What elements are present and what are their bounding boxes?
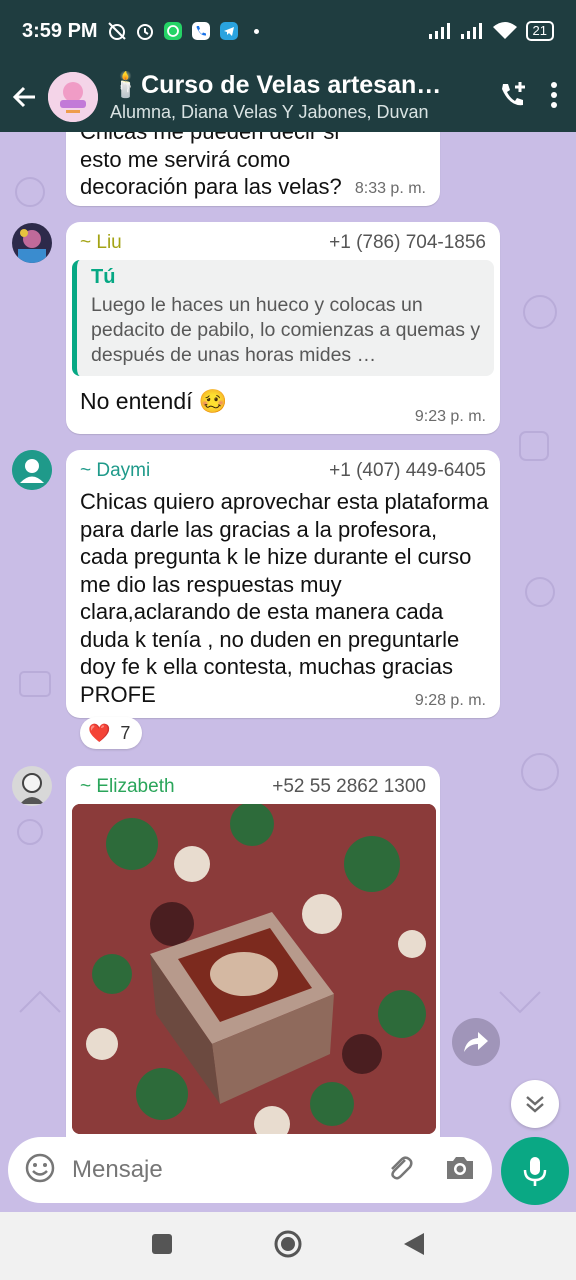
emoji-icon: [25, 1153, 55, 1182]
telegram-icon: [218, 20, 240, 42]
sender-phone: +1 (786) 704-1856: [329, 232, 486, 253]
sender-name[interactable]: ~ Elizabeth: [80, 776, 175, 798]
arrow-left-icon: [12, 86, 35, 108]
chat-area[interactable]: Chicas me pueden decir si esto me servir…: [0, 132, 576, 1142]
notification-dot-icon: [253, 28, 259, 34]
sender-name[interactable]: ~ Liu: [80, 232, 122, 254]
recents-button[interactable]: [151, 1233, 173, 1260]
default-avatar-icon: [12, 450, 52, 490]
status-bar: 3:59 PM 21: [0, 0, 576, 62]
camera-button[interactable]: [444, 1154, 476, 1187]
signal-2-icon: [460, 23, 482, 39]
scroll-down-button[interactable]: [511, 1080, 559, 1128]
chat-info[interactable]: 🕯️Curso de Velas artesanales Alumna, Dia…: [110, 71, 454, 123]
system-nav-bar: [0, 1212, 576, 1280]
double-chevron-down-icon: [526, 1096, 544, 1113]
more-vert-icon: [551, 81, 557, 108]
group-avatar[interactable]: [48, 72, 98, 122]
avatar[interactable]: [12, 223, 52, 263]
back-button[interactable]: [2, 74, 48, 120]
avatar-liu-image: [12, 223, 52, 263]
back-nav-button[interactable]: [403, 1232, 425, 1261]
avatar-elizabeth-image: [12, 766, 52, 806]
paperclip-icon: [391, 1155, 413, 1180]
reaction-badge[interactable]: ❤️ 7: [80, 717, 143, 749]
sender-name[interactable]: ~ Daymi: [80, 460, 150, 482]
avatar[interactable]: [12, 450, 52, 490]
message-text: Chicas quiero aprovechar esta plataforma…: [80, 489, 489, 707]
microphone-icon: [523, 1157, 547, 1186]
quoted-message[interactable]: Tú Luego le haces un hueco y colocas un …: [72, 260, 494, 376]
triangle-back-icon: [404, 1232, 424, 1255]
message-time: 9:28 p. m.: [414, 692, 486, 709]
square-icon: [152, 1233, 172, 1254]
chat-header: 🕯️Curso de Velas artesanales Alumna, Dia…: [0, 62, 576, 132]
group-members: Alumna, Diana Velas Y Jabones, Duvan: [110, 102, 429, 122]
avatar[interactable]: [12, 766, 52, 806]
camera-icon: [447, 1156, 473, 1179]
quote-author: Tú: [91, 266, 116, 288]
add-call-button[interactable]: [498, 80, 528, 115]
home-button[interactable]: [273, 1229, 303, 1264]
signal-icon: [428, 23, 450, 39]
more-options-button[interactable]: [550, 81, 558, 114]
group-name: 🕯️Curso de Velas artesanales: [110, 71, 454, 99]
forward-icon: [464, 1032, 488, 1052]
forward-button[interactable]: [452, 1018, 500, 1066]
message-photo[interactable]: [72, 804, 436, 1134]
voice-record-button[interactable]: [501, 1137, 569, 1205]
sender-phone: +1 (407) 449-6405: [329, 460, 486, 481]
wifi-icon: [492, 22, 517, 39]
group-logo-icon: [48, 72, 98, 122]
message-text: Chicas me pueden decir si esto me servir…: [80, 132, 342, 199]
quote-text: Luego le haces un hueco y colocas un ped…: [91, 294, 481, 366]
alarm-off-icon: [106, 20, 128, 42]
battery-icon: 21: [525, 21, 554, 41]
phone-plus-icon: [502, 81, 525, 105]
message-bubble[interactable]: ~ Elizabeth +52 55 2862 1300: [66, 766, 440, 1142]
heart-icon: ❤️: [88, 722, 111, 743]
message-bubble[interactable]: ~ Daymi +1 (407) 449-6405 Chicas quiero …: [66, 450, 500, 718]
alarm-icon: [134, 20, 156, 42]
message-bubble[interactable]: Chicas me pueden decir si esto me servir…: [66, 132, 440, 206]
phone-app-icon: [190, 20, 212, 42]
status-time: 3:59 PM: [22, 19, 98, 42]
attach-button[interactable]: [384, 1152, 416, 1189]
circle-icon: [274, 1230, 302, 1257]
message-composer: [8, 1137, 492, 1203]
message-time: 8:33 p. m.: [354, 180, 426, 197]
message-input[interactable]: [72, 1156, 352, 1184]
emoji-button[interactable]: [24, 1152, 56, 1189]
reaction-count: 7: [120, 722, 131, 743]
candle-photo-image: [72, 804, 436, 1134]
whatsapp-business-icon: [162, 20, 184, 42]
message-time: 9:23 p. m.: [414, 408, 486, 425]
sender-phone: +52 55 2862 1300: [272, 776, 426, 797]
message-bubble[interactable]: ~ Liu +1 (786) 704-1856 Tú Luego le hace…: [66, 222, 500, 434]
